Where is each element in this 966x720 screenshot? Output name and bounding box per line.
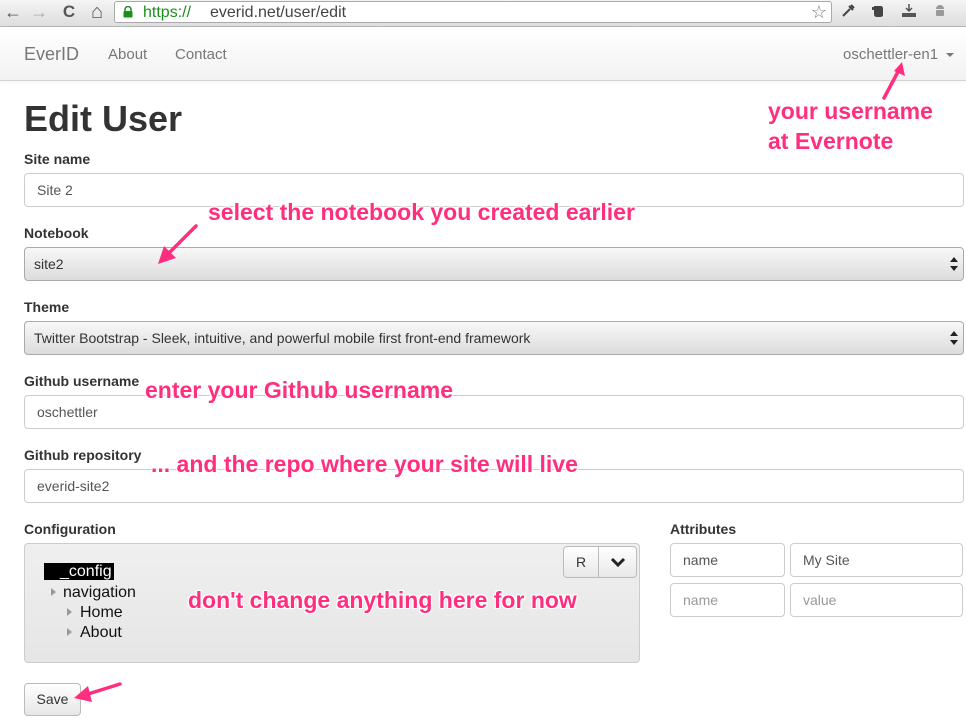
config-r-button[interactable]: R [564,547,599,577]
attribute-name-input[interactable]: name [670,583,785,617]
tree-node-about[interactable]: About [80,624,122,642]
annotation-username-line2: at Evernote [768,128,894,154]
nav-link-about[interactable]: About [108,46,147,63]
forward-button[interactable]: → [28,1,50,25]
annotation-arrow-icon [158,224,198,264]
config-dropdown-button[interactable] [599,547,637,577]
annotation-arrow-icon [74,682,122,702]
home-button[interactable]: ⌂ [86,1,108,25]
back-button[interactable]: ← [2,1,24,25]
evernote-elephant-icon[interactable] [868,3,888,23]
annotation-username-line1: your username [768,98,933,124]
notebook-selected-value: site2 [34,256,64,272]
github-repository-label: Github repository [24,447,142,463]
config-button-group: R [563,546,637,578]
caret-down-icon [946,53,955,58]
attribute-value-input[interactable]: My Site [790,543,963,577]
annotation-notebook: select the notebook you created earlier [208,199,635,225]
bookmark-star-icon[interactable]: ☆ [811,2,827,22]
attributes-label: Attributes [670,521,737,537]
configuration-label: Configuration [24,521,116,537]
tree-node-label: _config [60,563,112,580]
attribute-name-input[interactable]: name [670,543,785,577]
tree-expand-icon[interactable] [67,628,72,636]
nav-link-contact[interactable]: Contact [175,46,227,63]
reload-button[interactable]: C [58,1,80,25]
url-path: everid.net/user/edit [210,4,347,21]
download-icon[interactable] [899,3,919,23]
tree-node-config[interactable]: _config [44,563,114,581]
app-navbar: EverID About Contact oschettler-en1 [0,27,966,81]
theme-select[interactable]: Twitter Bootstrap - Sleek, intuitive, an… [24,321,964,355]
url-scheme: https:// [143,4,192,21]
select-arrows-icon [950,257,958,271]
lock-icon [123,6,133,18]
select-arrows-icon [950,331,958,345]
page-title: Edit User [24,98,183,139]
annotation-config: don't change anything here for now [188,587,577,613]
android-icon[interactable] [930,3,950,23]
theme-selected-value: Twitter Bootstrap - Sleek, intuitive, an… [34,330,531,346]
address-bar[interactable]: https:// everid.net/user/edit ☆ [114,1,832,23]
attribute-value-input[interactable]: value [790,583,963,617]
chevron-down-icon [610,557,626,568]
theme-label: Theme [24,299,70,315]
tree-expand-icon[interactable] [51,588,56,596]
github-username-label: Github username [24,373,140,389]
tree-node-home[interactable]: Home [80,604,123,622]
tree-node-navigation[interactable]: navigation [63,584,136,602]
site-name-label: Site name [24,151,91,167]
annotation-repo: ... and the repo where your site will li… [151,451,578,477]
tree-expand-icon[interactable] [67,608,72,616]
annotation-arrow-icon [882,62,905,100]
eyedropper-icon[interactable] [838,3,858,23]
notebook-label: Notebook [24,225,89,241]
browser-toolbar: ← → C ⌂ https:// everid.net/user/edit ☆ [0,0,966,27]
annotation-github-user: enter your Github username [145,377,454,403]
brand-logo[interactable]: EverID [24,44,79,65]
